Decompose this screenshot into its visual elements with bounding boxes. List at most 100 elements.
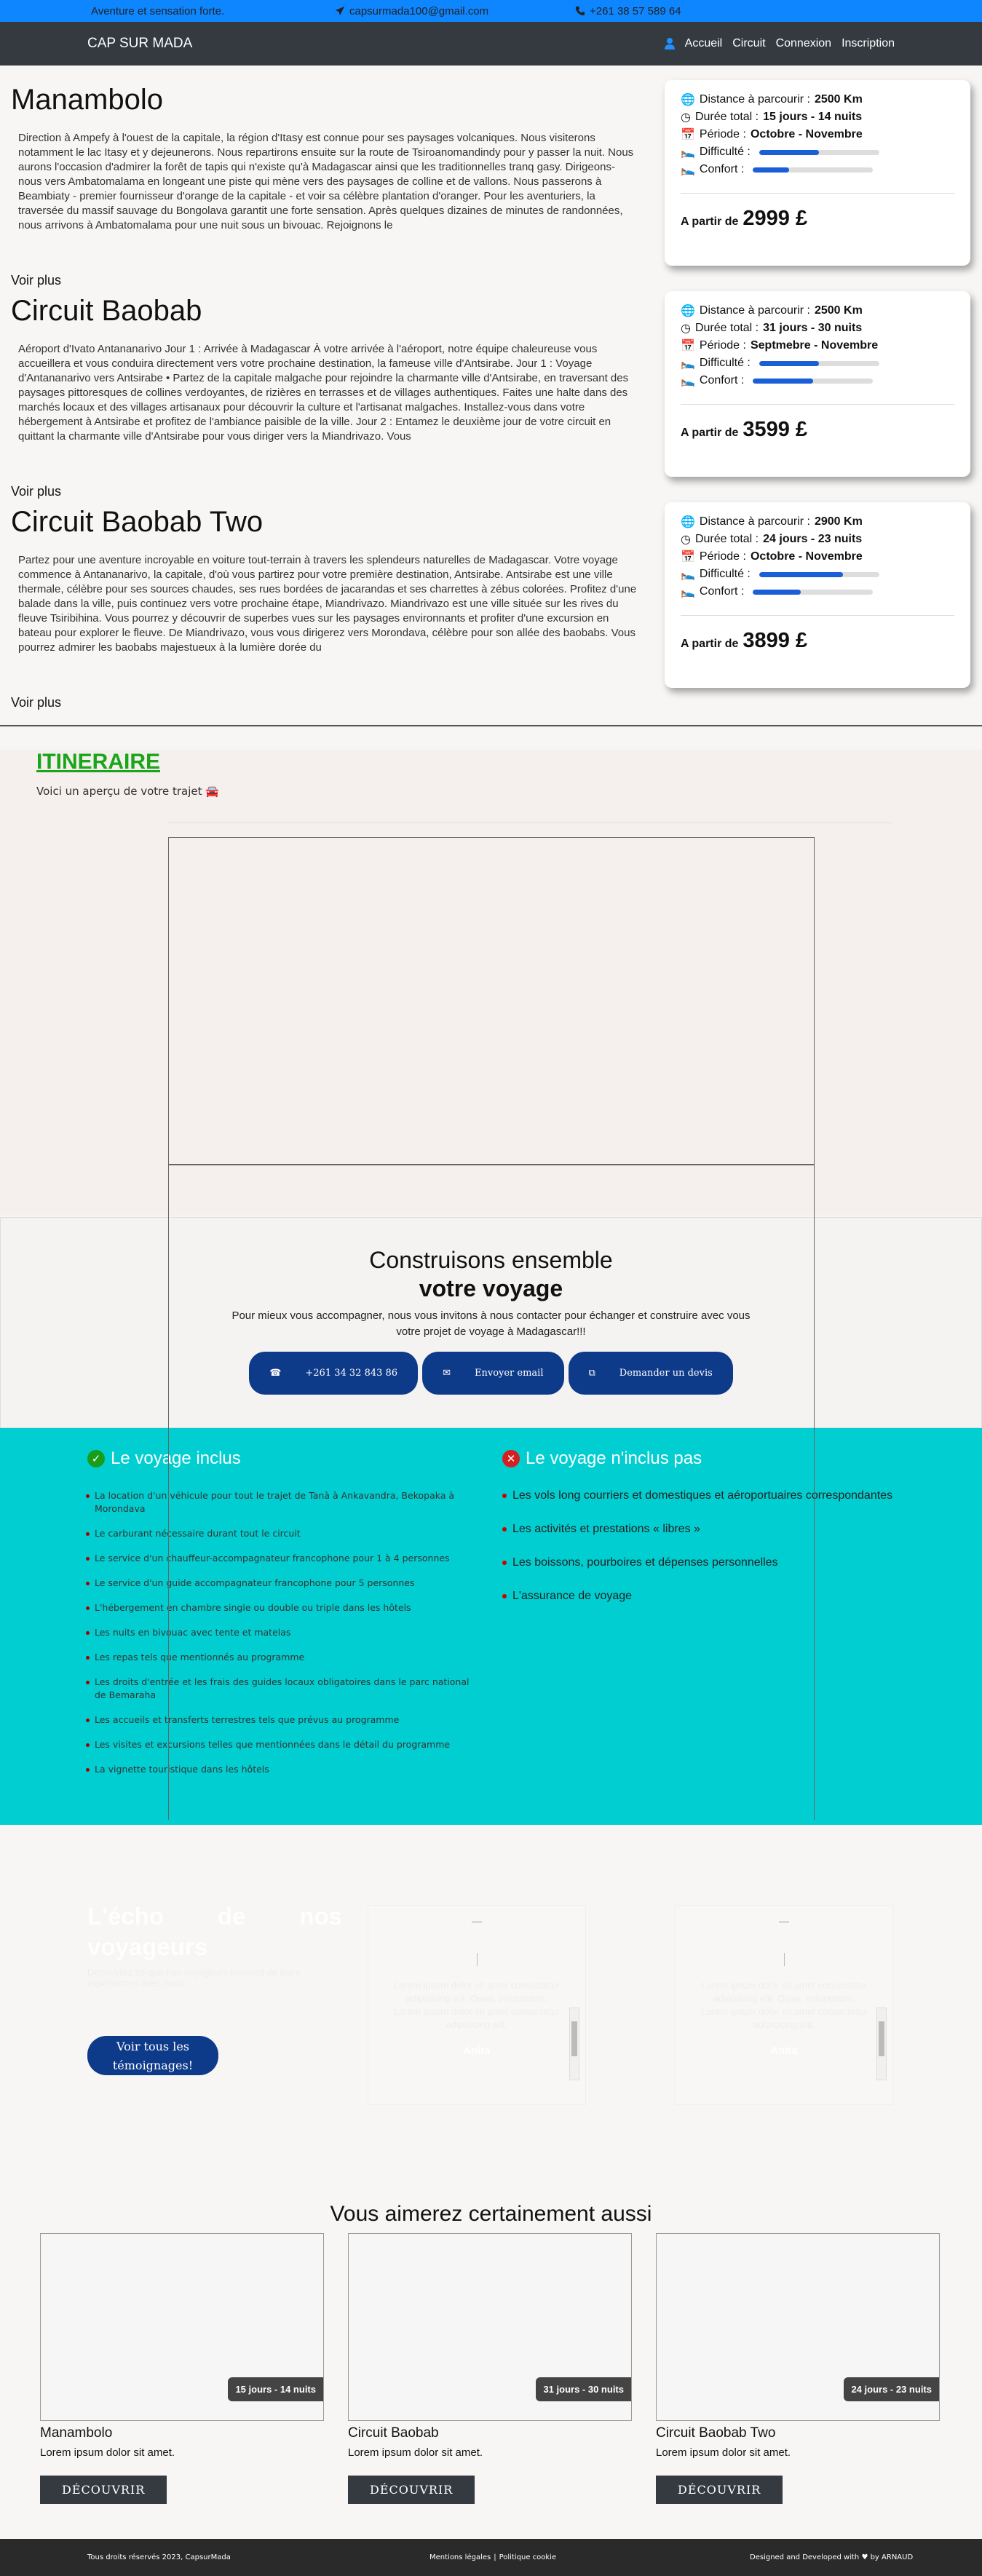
request-quote-button[interactable]: ⧉ Demander un devis <box>568 1352 733 1395</box>
phone-contact[interactable]: +261 38 57 589 64 <box>575 5 681 17</box>
excluded-column: ✕ Le voyage n'inclus pas Les vols long co… <box>502 1448 892 1623</box>
voir-plus-link[interactable]: Voir plus <box>11 484 61 499</box>
distance-value: 2900 Km <box>814 515 863 528</box>
duration-row: ◷ Durée total :31 jours - 30 nuits <box>681 322 863 335</box>
copy-icon: ⧉ <box>578 1360 606 1387</box>
testimonial-card: Lorem ipsum dolor sit amet consectetur a… <box>675 1905 893 2105</box>
recommended-title-text: Circuit Baobab <box>348 2425 439 2441</box>
avatar-placeholder <box>476 1953 478 1966</box>
cookie-policy-link[interactable]: Politique cookie <box>499 2553 557 2561</box>
email-contact[interactable]: capsurmada100@gmail.com <box>335 5 575 17</box>
tagline: Aventure et sensation forte. <box>91 4 225 17</box>
discover-button[interactable]: DÉCOUVRIR <box>348 2476 475 2504</box>
included-item: Les droits d'entrée et les frais des gui… <box>86 1676 480 1702</box>
excluded-list: Les vols long courriers et domestiques e… <box>502 1489 892 1603</box>
check-circle-icon: ✓ <box>87 1450 105 1467</box>
bed-icon: 🛌 <box>681 357 695 370</box>
included-item: Le service d'un chauffeur-accompagnateur… <box>86 1552 480 1565</box>
comfort-row: 🛌 Confort : <box>681 372 954 389</box>
testimonial-text: Lorem ipsum dolor sit amet consectetur a… <box>701 1980 867 2030</box>
envelope-icon: ✉ <box>432 1360 461 1387</box>
distance-value: 2500 Km <box>814 93 863 106</box>
comfort-bar <box>753 378 874 384</box>
car-icon: 🚘 <box>205 785 219 798</box>
footer-legal-links: Mentions légales | Politique cookie <box>429 2553 735 2561</box>
trip-description: Aéroport d'Ivato Antananarivo Jour 1 : A… <box>18 343 629 443</box>
testimonial-scrollbar[interactable] <box>876 2008 887 2080</box>
testimonial-author: Anita <box>770 2045 798 2057</box>
recommended-desc: Lorem ipsum dolor sit amet. <box>348 2446 483 2459</box>
trip-image-placeholder[interactable]: 15 jours - 14 nuits <box>40 2233 324 2421</box>
cta-text: Pour mieux vous accompagner, nous vous i… <box>231 1309 751 1338</box>
price-value: 2999 £ <box>743 207 808 230</box>
phone-text[interactable]: +261 38 57 589 64 <box>590 5 681 17</box>
globe-icon: 🌐 <box>681 516 695 528</box>
duration-badge: 24 jours - 23 nuits <box>844 2377 939 2401</box>
email-text[interactable]: capsurmada100@gmail.com <box>349 5 488 17</box>
price-row: A partir de 3599 £ <box>681 418 808 441</box>
site-footer: Tous droits réservés 2023, CapsurMada Me… <box>0 2539 982 2576</box>
section-divider <box>0 725 982 726</box>
paper-plane-icon <box>335 6 345 16</box>
calendar-icon: 📅 <box>681 551 695 563</box>
brand-logo[interactable]: CAP SUR MADA <box>87 36 192 52</box>
included-item: Les nuits en bivouac avec tente et matel… <box>86 1626 480 1639</box>
price-value: 3599 £ <box>743 418 808 441</box>
bed-icon: 🛌 <box>681 164 695 176</box>
difficulty-row: 🛌 Difficulté : <box>681 566 954 583</box>
difficulty-bar <box>759 360 879 366</box>
legal-link[interactable]: Mentions légales <box>429 2553 491 2561</box>
phone-icon <box>575 6 585 16</box>
bed-icon: 🛌 <box>681 586 695 598</box>
testimonial-card: Lorem ipsum dolor sit amet consectetur a… <box>368 1905 586 2105</box>
included-item: La location d'un véhicule pour tout le t… <box>86 1489 480 1515</box>
period-row: 📅 Période : Octobre - Novembre <box>681 128 863 141</box>
itinerary-subtitle: Voici un aperçu de votre trajet 🚘 <box>36 785 219 798</box>
discover-button[interactable]: DÉCOUVRIR <box>656 2476 783 2504</box>
included-column: ✓ Le voyage inclus La location d'un véhic… <box>86 1448 480 1788</box>
duration-row: ◷ Durée total :24 jours - 23 nuits <box>681 533 863 546</box>
all-testimonials-button[interactable]: Voir tous les témoignages! <box>87 2036 218 2075</box>
testimonial-scrollbar[interactable] <box>569 2008 579 2080</box>
duration-value: 24 jours - 23 nuits <box>763 533 863 545</box>
discover-button[interactable]: DÉCOUVRIR <box>40 2476 167 2504</box>
cta-heading: Construisons ensemble <box>369 1247 613 1273</box>
card-divider <box>681 404 954 405</box>
clock-icon: ◷ <box>681 534 691 546</box>
included-item: L'hébergement en chambre single ou doubl… <box>86 1601 480 1614</box>
comfort-bar <box>753 167 874 173</box>
recommended-title-text: Circuit Baobab Two <box>656 2425 776 2441</box>
globe-icon: 🌐 <box>681 94 695 106</box>
testimonials-subtitle: Découvrez ce que nos voyageurs pensent d… <box>87 1967 301 1989</box>
bed-icon: 🛌 <box>681 146 695 159</box>
comfort-bar <box>753 589 874 595</box>
call-button[interactable]: ☎ +261 34 32 843 86 <box>249 1352 419 1395</box>
trip-image-placeholder[interactable]: 24 jours - 23 nuits <box>656 2233 940 2421</box>
distance-row: 🌐 Distance à parcourir :2500 Km <box>681 304 863 317</box>
cross-circle-icon: ✕ <box>502 1450 520 1467</box>
period-row: 📅 Période : Septmebre - Novembre <box>681 339 879 352</box>
trip-image-placeholder[interactable]: 31 jours - 30 nuits <box>348 2233 632 2421</box>
top-contact-bar: Aventure et sensation forte. capsurmada1… <box>0 0 982 22</box>
distance-value: 2500 Km <box>814 304 863 317</box>
duration-value: 31 jours - 30 nuits <box>763 322 863 334</box>
included-item: La vignette touristique dans les hôtels <box>86 1763 480 1776</box>
excluded-title: ✕ Le voyage n'inclus pas <box>502 1448 892 1469</box>
nav-inscription[interactable]: Inscription <box>842 37 895 50</box>
itinerary-map[interactable] <box>168 837 815 1165</box>
recommended-card: 31 jours - 30 nuits Circuit Baobab Lorem… <box>348 2233 632 2504</box>
trip-description: Direction à Ampefy à l'ouest de la capit… <box>18 132 634 231</box>
voir-plus-link[interactable]: Voir plus <box>11 695 61 710</box>
period-value: Octobre - Novembre <box>750 550 863 563</box>
voir-plus-link[interactable]: Voir plus <box>11 273 61 288</box>
nav-accueil[interactable]: Accueil <box>685 37 723 50</box>
nav-circuit[interactable]: Circuit <box>732 37 765 50</box>
send-email-button[interactable]: ✉ Envoyer email <box>422 1352 564 1395</box>
clock-icon: ◷ <box>681 111 691 124</box>
included-section: ✓ Le voyage inclus La location d'un véhic… <box>0 1428 982 1825</box>
recommended-desc: Lorem ipsum dolor sit amet. <box>40 2446 175 2459</box>
user-icon <box>664 38 675 49</box>
nav-connexion[interactable]: Connexion <box>776 37 832 50</box>
difficulty-row: 🛌 Difficulté : <box>681 143 954 161</box>
recommended-desc: Lorem ipsum dolor sit amet. <box>656 2446 791 2459</box>
